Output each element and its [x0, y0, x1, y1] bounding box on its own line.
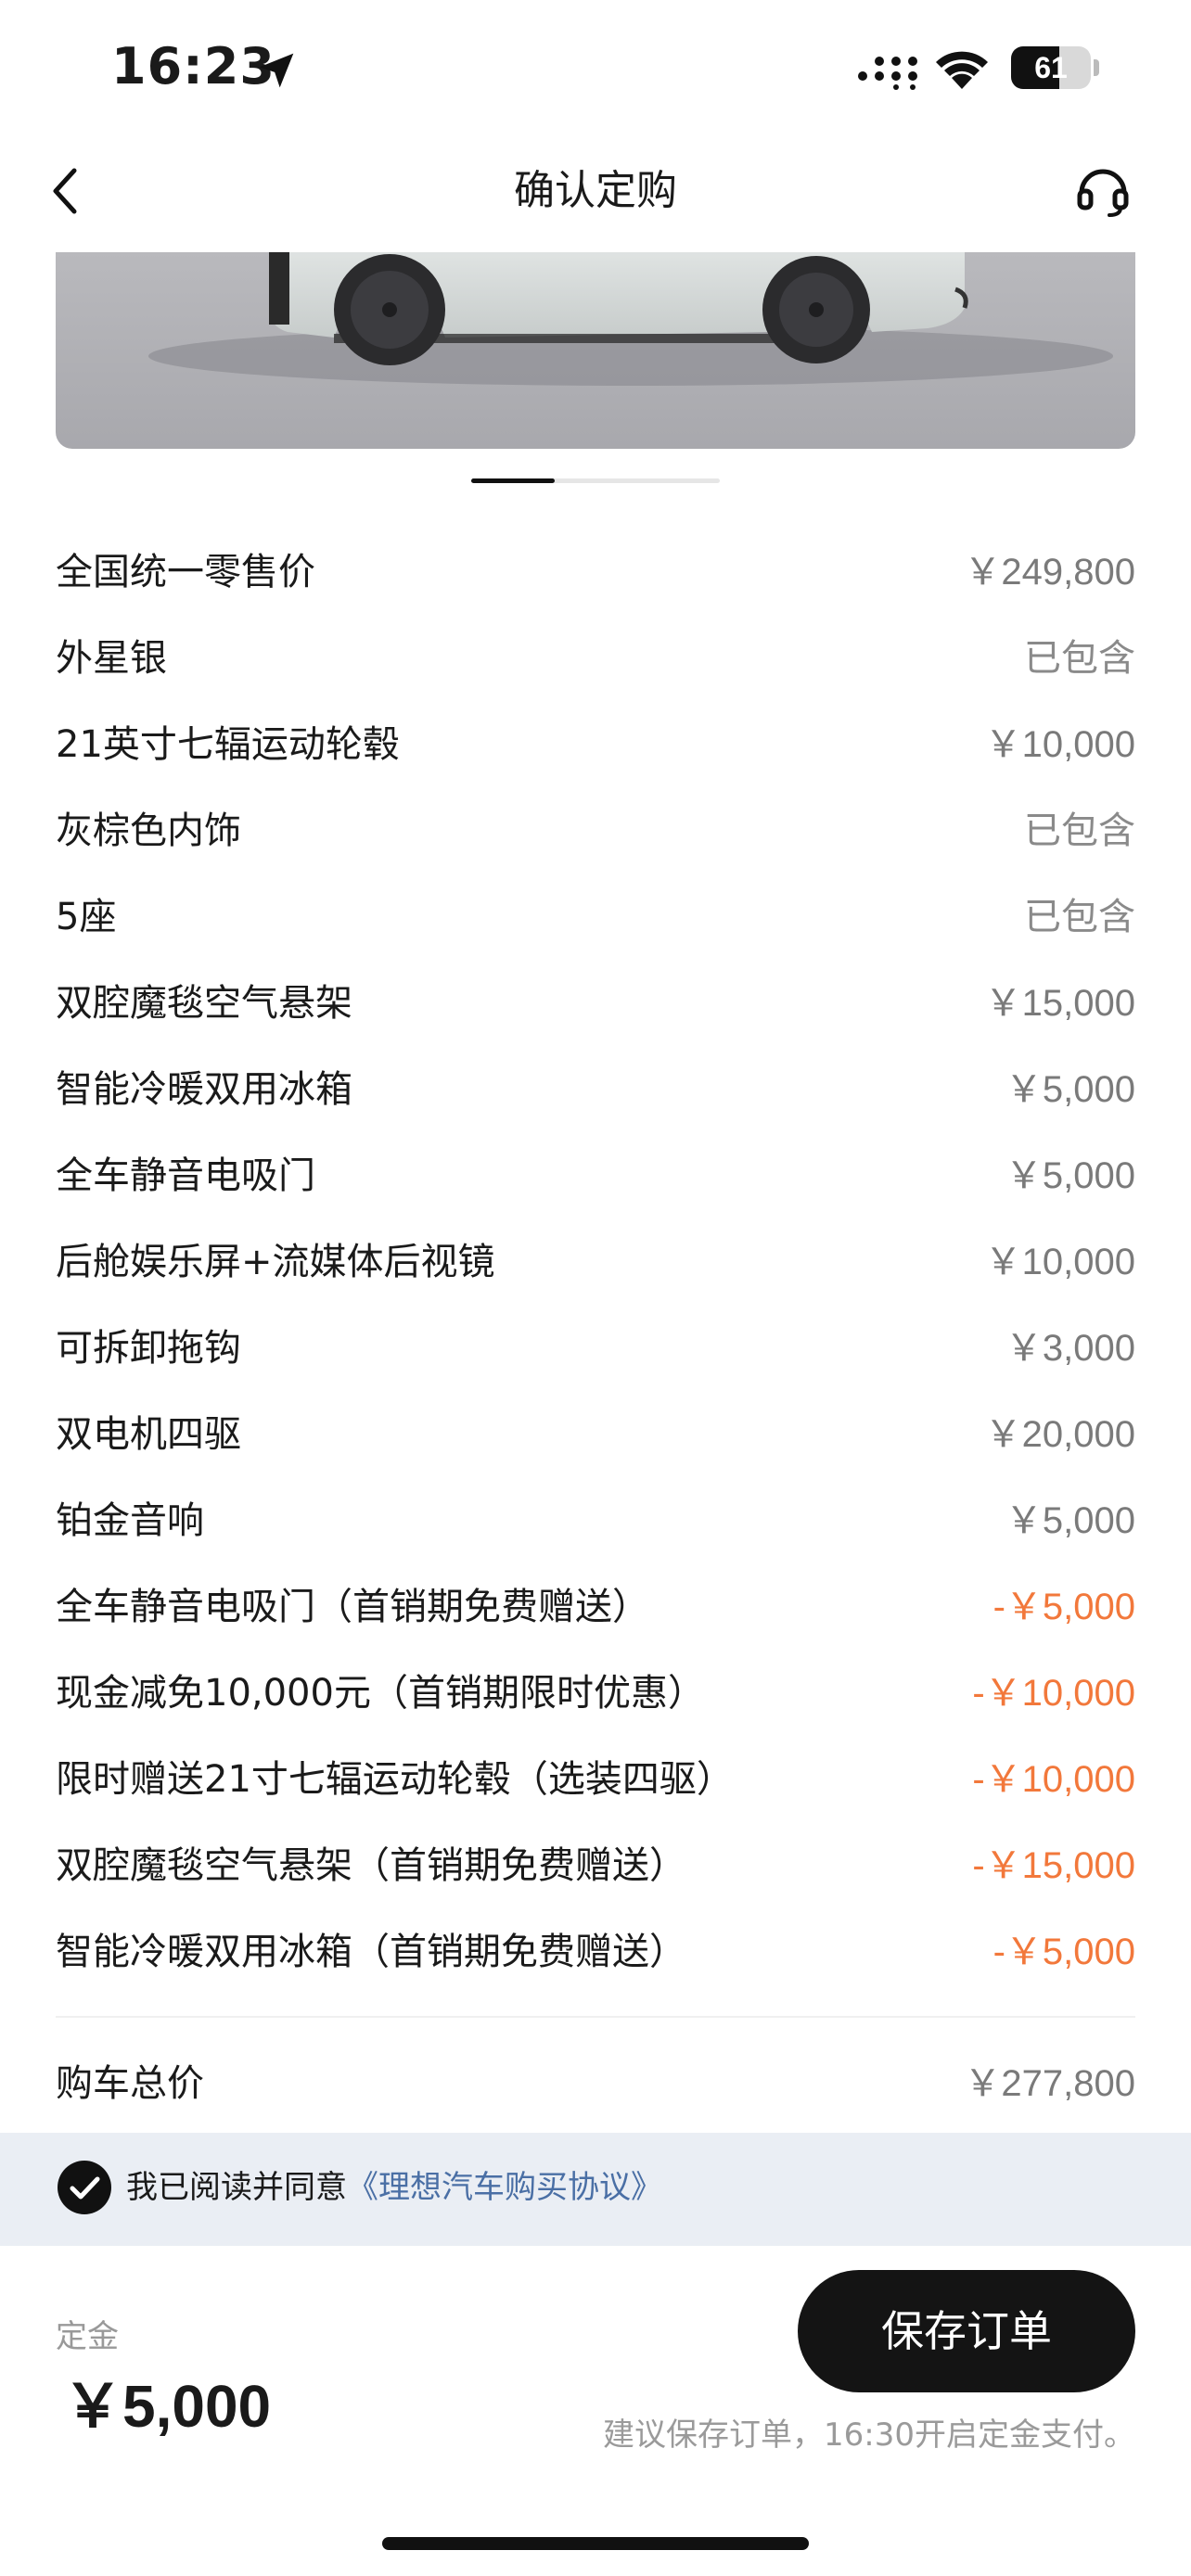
- list-item: 智能冷暖双用冰箱 ￥5,000: [56, 1057, 1135, 1122]
- list-item: 智能冷暖双用冰箱（首销期免费赠送） -￥5,000: [56, 1919, 1135, 1984]
- item-label: 灰棕色内饰: [56, 810, 241, 852]
- total-label: 购车总价: [56, 2062, 204, 2105]
- agreement-bar: 我已阅读并同意《理想汽车购买协议》: [0, 2133, 1191, 2246]
- list-item: 全车静音电吸门（首销期免费赠送） -￥5,000: [56, 1575, 1135, 1639]
- item-label: 后舱娱乐屏+流媒体后视镜: [56, 1241, 495, 1283]
- list-item: 全国统一零售价 ￥249,800: [56, 540, 1135, 605]
- checkmark-icon: [70, 2176, 100, 2200]
- item-value: ￥10,000: [984, 724, 1135, 765]
- item-value: 已包含: [1024, 810, 1135, 852]
- divider: [56, 2016, 1135, 2018]
- customer-service-headset-icon[interactable]: [1074, 161, 1132, 219]
- list-item: 可拆卸拖钩 ￥3,000: [56, 1316, 1135, 1381]
- item-label: 限时赠送21寸七辐运动轮毂（选装四驱）: [56, 1758, 734, 1801]
- list-item: 双电机四驱 ￥20,000: [56, 1402, 1135, 1467]
- list-item: 铂金音响 ￥5,000: [56, 1488, 1135, 1553]
- cellular-signal-icon: [858, 57, 917, 90]
- payment-hint: 建议保存订单，16:30开启定金支付。: [603, 2417, 1135, 2454]
- list-item: 后舱娱乐屏+流媒体后视镜 ￥10,000: [56, 1230, 1135, 1294]
- carousel-pager-active: [471, 478, 555, 483]
- item-label: 智能冷暖双用冰箱: [56, 1068, 352, 1111]
- total-row: 购车总价 ￥277,800: [56, 2051, 1135, 2116]
- list-item: 5座 已包含: [56, 885, 1135, 950]
- item-label: 双腔魔毯空气悬架: [56, 982, 352, 1025]
- item-label: 21英寸七辐运动轮毂: [56, 723, 400, 766]
- purchase-agreement-link[interactable]: 《理想汽车购买协议》: [347, 2169, 662, 2206]
- item-value: ￥5,000: [1005, 1155, 1135, 1196]
- item-value: -￥5,000: [992, 1932, 1135, 1972]
- list-item: 现金减免10,000元（首销期限时优惠） -￥10,000: [56, 1661, 1135, 1726]
- list-item: 限时赠送21寸七辐运动轮毂（选装四驱） -￥10,000: [56, 1747, 1135, 1812]
- item-label: 双电机四驱: [56, 1413, 241, 1456]
- list-item: 全车静音电吸门 ￥5,000: [56, 1143, 1135, 1208]
- item-value: 已包含: [1024, 637, 1135, 680]
- list-item: 双腔魔毯空气悬架（首销期免费赠送） -￥15,000: [56, 1833, 1135, 1898]
- item-value: -￥10,000: [972, 1673, 1135, 1714]
- item-label: 全国统一零售价: [56, 551, 315, 593]
- item-label: 全车静音电吸门（首销期免费赠送）: [56, 1586, 649, 1628]
- list-item: 21英寸七辐运动轮毂 ￥10,000: [56, 712, 1135, 777]
- item-value: ￥5,000: [1005, 1500, 1135, 1541]
- item-label: 全车静音电吸门: [56, 1154, 315, 1197]
- list-item: 双腔魔毯空气悬架 ￥15,000: [56, 971, 1135, 1036]
- nav-bar: 确认定购: [0, 139, 1191, 243]
- item-value: -￥5,000: [992, 1587, 1135, 1627]
- status-time: 16:23: [111, 37, 275, 96]
- save-order-button[interactable]: 保存订单: [798, 2270, 1135, 2392]
- agreement-checkbox[interactable]: [58, 2161, 111, 2214]
- car-image[interactable]: [56, 252, 1135, 449]
- home-indicator: [382, 2537, 809, 2550]
- total-value: ￥277,800: [964, 2063, 1135, 2104]
- wifi-icon: [936, 51, 988, 89]
- list-item: 外星银 已包含: [56, 626, 1135, 691]
- item-value: ￥5,000: [1005, 1069, 1135, 1110]
- item-value: -￥10,000: [972, 1759, 1135, 1800]
- location-arrow-icon: [259, 53, 294, 88]
- agreement-text: 我已阅读并同意《理想汽车购买协议》: [126, 2161, 662, 2214]
- item-value: ￥3,000: [1005, 1328, 1135, 1369]
- page-title: 确认定购: [514, 167, 677, 214]
- deposit-label: 定金: [56, 2318, 119, 2355]
- item-label: 可拆卸拖钩: [56, 1327, 241, 1370]
- item-value: ￥20,000: [984, 1414, 1135, 1455]
- item-label: 外星银: [56, 637, 167, 680]
- item-label: 双腔魔毯空气悬架（首销期免费赠送）: [56, 1844, 686, 1887]
- item-value: ￥10,000: [984, 1242, 1135, 1282]
- item-label: 铂金音响: [56, 1499, 204, 1542]
- item-value: ￥15,000: [984, 983, 1135, 1024]
- battery-level: 61: [1034, 51, 1068, 84]
- deposit-amount: ￥5,000: [63, 2373, 272, 2440]
- status-bar: 16:23 61: [0, 0, 1191, 139]
- item-value: -￥15,000: [972, 1845, 1135, 1886]
- carousel-pager: [471, 478, 720, 483]
- item-value: ￥249,800: [964, 552, 1135, 593]
- item-label: 智能冷暖双用冰箱（首销期免费赠送）: [56, 1931, 686, 1973]
- list-item: 灰棕色内饰 已包含: [56, 798, 1135, 863]
- checkout-bar: 定金 ￥5,000 保存订单 建议保存订单，16:30开启定金支付。: [0, 2246, 1191, 2576]
- item-value: 已包含: [1024, 896, 1135, 938]
- agreement-label: 我已阅读并同意: [126, 2169, 347, 2206]
- battery-icon: 61: [1011, 46, 1100, 91]
- item-label: 现金减免10,000元（首销期限时优惠）: [56, 1672, 705, 1715]
- item-label: 5座: [56, 896, 117, 938]
